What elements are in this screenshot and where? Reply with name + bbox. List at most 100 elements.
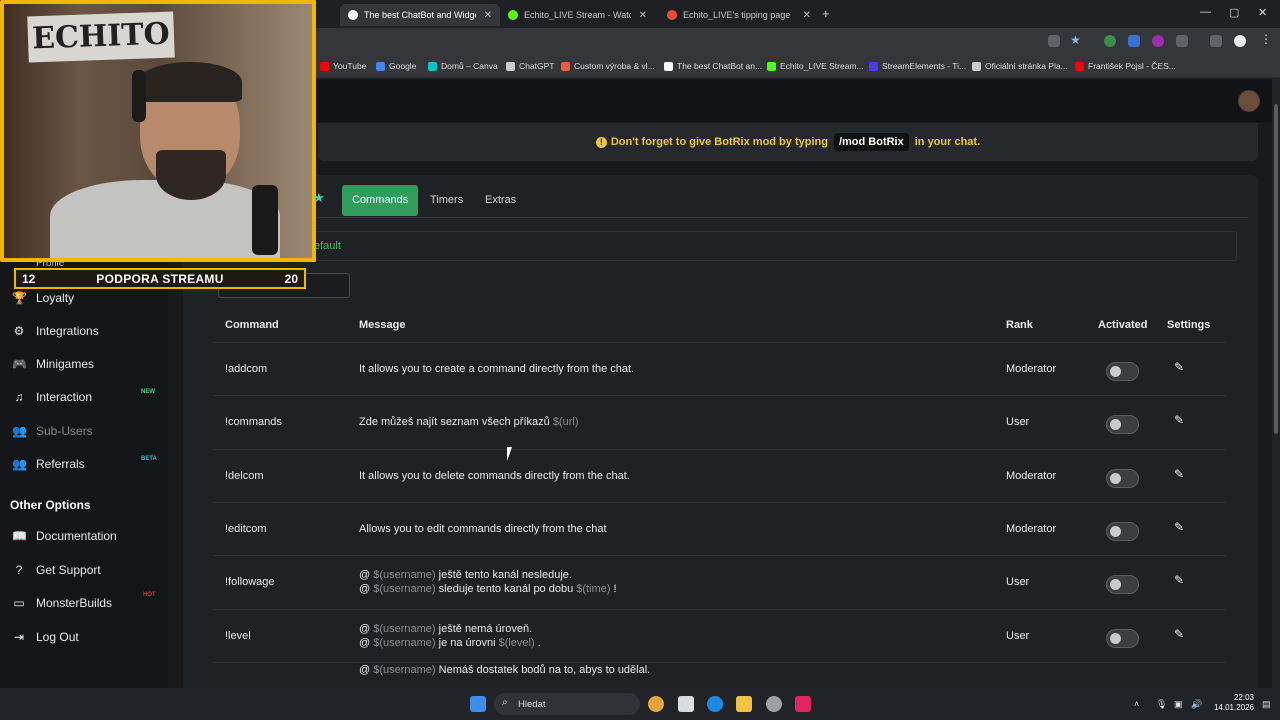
bookmark-item[interactable]: The best ChatBot an... [664,61,762,71]
bookmark-item[interactable]: Oficiální stránka Pla... [972,61,1068,71]
tab-extras[interactable]: Extras [475,185,526,216]
webcam-headset [132,70,146,122]
edit-pencil-icon[interactable]: ✎ [1174,360,1184,374]
bookmark-item[interactable]: Google [376,61,416,71]
bookmark-item[interactable]: František Pojsl - ČES... [1075,61,1176,71]
start-icon[interactable] [470,696,486,712]
edit-pencil-icon[interactable]: ✎ [1174,467,1184,481]
sidebar-item-interaction[interactable]: ♫ Interaction [12,390,93,404]
referral-icon: 👥 [12,457,27,471]
sidebar-item-loyalty[interactable]: 🏆 Loyalty [12,291,74,305]
edit-pencil-icon[interactable]: ✎ [1174,413,1184,427]
profile-icon[interactable] [1234,35,1246,47]
sidebar-item-sub-users[interactable]: 👥 Sub-Users [12,424,93,438]
tab-timers[interactable]: Timers [420,185,473,216]
tiktok-icon[interactable] [795,696,811,712]
browser-tab[interactable]: Echito_LIVE's tipping page ✕ [659,4,819,26]
sub-tab-default[interactable]: efault [314,240,341,252]
sidebar-item-label: Interaction [36,390,93,404]
message-text: ještě tento kanál nesleduje. [435,569,572,582]
microphone-icon[interactable]: 🎙 [1156,699,1167,710]
extension-icon[interactable] [1128,35,1140,47]
close-window-icon[interactable]: ✕ [1258,6,1267,19]
bookmark-item[interactable]: Custom výroba & vl... [561,61,655,71]
command-message: It allows you to create a command direct… [359,363,634,375]
notifications-icon[interactable]: ▤ [1262,699,1271,710]
sidebar-item-referrals[interactable]: 👥 Referrals [12,457,85,471]
command-name: !level [225,629,251,642]
donation-goal-bar: 12 PODPORA STREAMU 20 [14,268,306,289]
activated-toggle[interactable] [1106,415,1139,435]
explorer-icon[interactable] [736,696,752,712]
browser-tab[interactable]: Echito_LIVE Stream - Watch Live ✕ [500,4,655,26]
tab-commands[interactable]: Commands [342,185,419,216]
avatar[interactable] [1238,90,1260,112]
message-text: Nemáš dostatek bodů na to, abys to uděla… [435,663,651,676]
chrome-icon[interactable] [648,696,664,712]
bookmark-label: Google [389,61,417,71]
edit-pencil-icon[interactable]: ✎ [1174,520,1184,534]
bookmark-label: František Pojsl - ČES... [1088,61,1176,71]
browser-tab[interactable]: The best ChatBot and Widgets ✕ [340,4,500,26]
bookmark-label: Custom výroba & vl... [574,61,655,71]
taskbar-search[interactable]: ⌕ Hledat [494,693,640,715]
menu-icon[interactable]: ⋮ [1260,32,1272,46]
activated-toggle[interactable] [1106,628,1139,648]
extensions-puzzle-icon[interactable] [1176,35,1188,47]
message-text: @ [359,663,374,676]
status-badge: BETA [141,456,157,462]
close-tab-icon[interactable]: ✕ [484,10,492,21]
edit-pencil-icon[interactable]: ✎ [1174,627,1184,641]
close-tab-icon[interactable]: ✕ [803,10,811,21]
activated-toggle[interactable] [1106,468,1139,488]
bookmark-label: The best ChatBot an... [677,61,763,71]
close-tab-icon[interactable]: ✕ [639,10,647,21]
message-text: Zde můžeš najít seznam všech příkazů [359,416,553,429]
network-icon[interactable]: ▣ [1174,699,1183,710]
trophy-icon: 🏆 [12,291,27,305]
table-row [213,555,1226,608]
minimize-icon[interactable]: — [1200,6,1211,18]
message-variable: $(url) [552,416,579,429]
sidebar-item-label: Minigames [36,357,95,371]
search-icon: ⌕ [502,697,508,708]
new-tab-button[interactable]: + [822,6,830,21]
translate-icon[interactable] [1048,35,1060,47]
edge-icon[interactable] [707,696,723,712]
bookmark-favicon-icon [972,61,981,71]
extension-icon[interactable] [1152,35,1164,47]
bookmark-item[interactable]: StreamElements - Ti... [869,61,966,71]
command-name: !addcom [225,363,268,375]
message-variable: $(username) [373,583,436,596]
sidebar-item-label: Log Out [36,630,79,644]
sidebar-item-monsterbuilds[interactable]: ▭ MonsterBuilds [12,596,112,610]
notice-text-end: in your chat. [914,136,981,148]
header-activated: Activated [1098,319,1148,331]
taskbar-clock[interactable]: 22:03 14.01.2026 [1210,693,1254,713]
activated-toggle[interactable] [1106,521,1139,541]
webcam-sign: ECHITO [27,11,175,63]
bookmark-label: StreamElements - Ti... [882,61,967,71]
tray-chevron-icon[interactable]: ˄ [1134,699,1139,709]
sidebar-item-documentation[interactable]: 📖 Documentation [12,529,117,543]
volume-icon[interactable]: 🔊 [1191,699,1202,710]
bookmark-item[interactable]: Domů – Canva [428,61,498,71]
scrollbar-thumb[interactable] [1274,104,1278,434]
sidebar-item-minigames[interactable]: 🎮 Minigames [12,357,94,371]
bookmark-item[interactable]: YouTube [320,61,366,71]
bookmark-item[interactable]: ChatGPT [506,61,554,71]
app-icon[interactable] [766,696,782,712]
sidebar-item-integrations[interactable]: ⚙ Integrations [12,324,99,338]
store-icon[interactable] [678,696,694,712]
command-rank: User [1006,629,1030,642]
reading-list-icon[interactable] [1210,35,1222,47]
bookmark-star-icon[interactable]: ★ [1070,33,1082,47]
activated-toggle[interactable] [1106,575,1139,595]
edit-pencil-icon[interactable]: ✎ [1174,573,1184,587]
maximize-icon[interactable]: ▢ [1229,6,1239,19]
sidebar-item-get-support[interactable]: ? Get Support [12,563,101,577]
extension-icon[interactable] [1104,35,1116,47]
sidebar-item-log-out[interactable]: ⇥ Log Out [12,630,79,644]
activated-toggle[interactable] [1106,362,1139,381]
bookmark-item[interactable]: Echito_LIVE Stream... [767,61,864,71]
